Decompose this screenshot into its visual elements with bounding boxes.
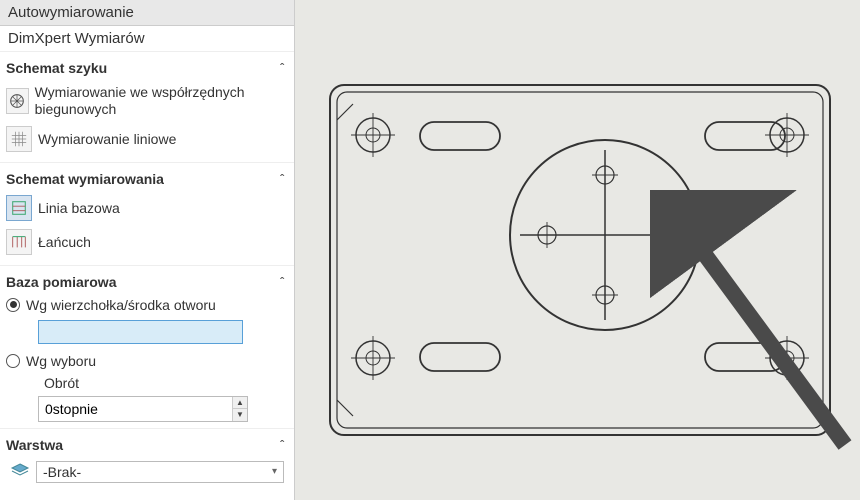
layer-select-value: -Brak- [43,464,81,480]
radio-icon [6,354,20,368]
section-pattern-scheme-title: Schemat szyku [6,60,107,76]
radio-by-selection-label: Wg wyboru [26,353,96,369]
chevron-up-icon: ˆ [280,275,284,289]
chain-icon [6,229,32,255]
section-dim-scheme-title: Schemat wymiarowania [6,171,164,187]
spin-up-button[interactable]: ▲ [233,397,247,410]
panel-subtitle: DimXpert Wymiarów [0,26,294,52]
panel-title: Autowymiarowanie [0,0,294,26]
layer-icon [10,462,30,481]
chevron-up-icon: ˆ [280,172,284,186]
section-layer-title: Warstwa [6,437,63,453]
option-chain-label: Łańcuch [38,234,91,250]
rotation-label: Obrót [4,372,290,394]
dropdown-caret-icon: ▾ [272,466,277,477]
option-baseline-label: Linia bazowa [38,200,120,216]
option-baseline[interactable]: Linia bazowa [4,191,290,225]
radio-by-selection[interactable]: Wg wyboru [4,350,290,372]
section-pattern-scheme-header[interactable]: Schemat szyku ˆ [4,58,290,80]
rotation-input[interactable] [39,397,232,421]
option-linear-label: Wymiarowanie liniowe [38,131,176,147]
drawing-viewport[interactable] [295,0,860,500]
radio-by-vertex-label: Wg wierzchołka/środka otworu [26,297,216,313]
vertex-selection-field[interactable] [38,320,243,344]
rotation-spinbox[interactable]: ▲ ▼ [38,396,248,422]
radio-icon [6,298,20,312]
section-layer-header[interactable]: Warstwa ˆ [4,435,290,457]
linear-dim-icon [6,126,32,152]
section-measure-base-header[interactable]: Baza pomiarowa ˆ [4,272,290,294]
chevron-up-icon: ˆ [280,61,284,75]
layer-select[interactable]: -Brak- ▾ [36,461,284,483]
part-drawing [325,80,835,440]
option-linear-dimensioning[interactable]: Wymiarowanie liniowe [4,122,290,156]
radio-by-vertex[interactable]: Wg wierzchołka/środka otworu [4,294,290,316]
option-polar-dimensioning[interactable]: Wymiarowanie we współrzędnych biegunowyc… [4,80,290,122]
spin-down-button[interactable]: ▼ [233,409,247,421]
section-measure-base-title: Baza pomiarowa [6,274,116,290]
chevron-up-icon: ˆ [280,438,284,452]
section-dim-scheme-header[interactable]: Schemat wymiarowania ˆ [4,169,290,191]
option-polar-label: Wymiarowanie we współrzędnych biegunowyc… [35,84,288,118]
baseline-icon [6,195,32,221]
polar-dim-icon [6,88,29,114]
option-chain[interactable]: Łańcuch [4,225,290,259]
